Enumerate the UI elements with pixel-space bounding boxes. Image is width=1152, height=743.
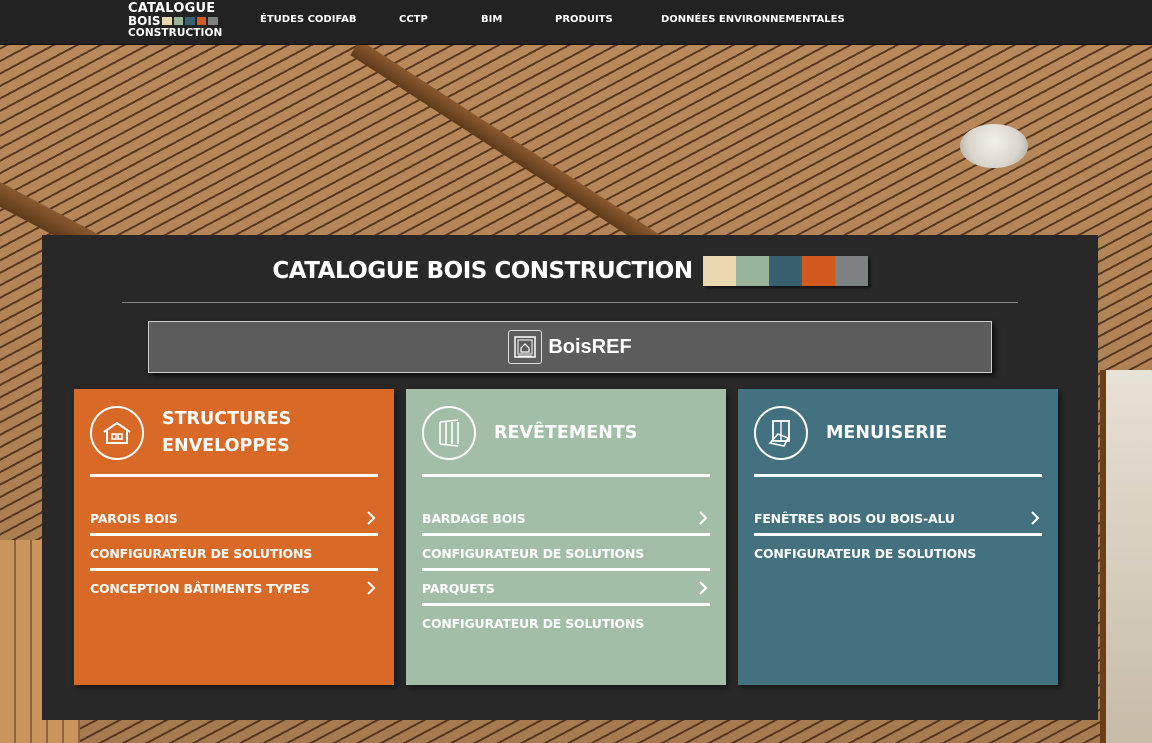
menu-item-bardage-bois[interactable]: BARDAGE BOIS (422, 511, 710, 536)
top-navigation-bar: CATALOGUE BOIS CONSTRUCTION ÉTUDES CODIF… (0, 0, 1152, 45)
window-frame (1100, 370, 1152, 743)
swatch-beige (702, 256, 736, 286)
card-menu: BARDAGE BOIS CONFIGURATEUR DE SOLUTIONS … (422, 511, 710, 641)
card-title-line1: STRUCTURES (162, 409, 292, 429)
nav-produits[interactable]: PRODUITS (555, 14, 613, 25)
divider (122, 302, 1018, 303)
logo-swatch (185, 17, 195, 25)
menu-item-label: CONFIGURATEUR DE SOLUTIONS (422, 616, 645, 631)
menu-item-configurateur[interactable]: CONFIGURATEUR DE SOLUTIONS (422, 606, 710, 641)
window-icon (754, 406, 808, 460)
card-menuiserie: MENUISERIE FENÊTRES BOIS OU BOIS-ALU CON… (738, 389, 1058, 685)
card-title-line2: ENVELOPPES (162, 436, 290, 456)
menu-item-parois-bois[interactable]: PAROIS BOIS (90, 511, 378, 536)
card-menu: FENÊTRES BOIS OU BOIS-ALU CONFIGURATEUR … (754, 511, 1042, 571)
menu-item-configurateur[interactable]: CONFIGURATEUR DE SOLUTIONS (754, 536, 1042, 571)
swatch-sage (735, 256, 769, 286)
card-title-line1: MENUISERIE (826, 422, 948, 443)
card-structures-enveloppes: STRUCTURES ENVELOPPES PAROIS BOIS CONFIG… (74, 389, 394, 685)
site-logo[interactable]: CATALOGUE BOIS CONSTRUCTION (128, 2, 223, 43)
menu-item-parquets[interactable]: PARQUETS (422, 571, 710, 606)
logo-swatch (196, 17, 207, 25)
card-header[interactable]: STRUCTURES ENVELOPPES (90, 389, 378, 477)
menu-item-configurateur[interactable]: CONFIGURATEUR DE SOLUTIONS (90, 536, 378, 571)
card-divider (422, 474, 710, 477)
nav-donnees-environnementales[interactable]: DONNÉES ENVIRONNEMENTALES (661, 14, 845, 25)
house-icon (90, 406, 144, 460)
card-title: MENUISERIE (826, 420, 947, 447)
card-header[interactable]: MENUISERIE (754, 389, 1042, 477)
swatch-grey (834, 256, 868, 286)
chevron-right-icon (367, 581, 376, 595)
card-title: STRUCTURES ENVELOPPES (162, 406, 291, 460)
menu-item-configurateur[interactable]: CONFIGURATEUR DE SOLUTIONS (422, 536, 710, 571)
ceiling-lamp (960, 124, 1028, 168)
card-header[interactable]: REVÊTEMENTS (422, 389, 710, 477)
panel-title-row: CATALOGUE BOIS CONSTRUCTION (42, 255, 1098, 287)
card-menu: PAROIS BOIS CONFIGURATEUR DE SOLUTIONS C… (90, 511, 378, 606)
menu-item-label: PAROIS BOIS (90, 511, 178, 526)
color-swatches (702, 256, 868, 286)
menu-item-label: CONCEPTION BÂTIMENTS TYPES (90, 581, 310, 596)
menu-item-fenetres[interactable]: FENÊTRES BOIS OU BOIS-ALU (754, 511, 1042, 536)
logo-line2-row: BOIS (128, 15, 218, 27)
menu-item-label: FENÊTRES BOIS OU BOIS-ALU (754, 511, 955, 526)
menu-item-label: CONFIGURATEUR DE SOLUTIONS (90, 546, 313, 561)
card-revetements: REVÊTEMENTS BARDAGE BOIS CONFIGURATEUR D… (406, 389, 726, 685)
panel-title: CATALOGUE BOIS CONSTRUCTION (272, 258, 693, 284)
card-divider (90, 474, 378, 477)
nav-cctp[interactable]: CCTP (399, 14, 428, 25)
chevron-right-icon (1031, 511, 1040, 525)
logo-line2: BOIS (128, 14, 161, 28)
card-title: REVÊTEMENTS (494, 420, 637, 447)
card-divider (754, 474, 1042, 477)
cladding-icon (422, 406, 476, 460)
chevron-right-icon (699, 511, 708, 525)
chevron-right-icon (367, 511, 376, 525)
menu-item-conception-batiments[interactable]: CONCEPTION BÂTIMENTS TYPES (90, 571, 378, 606)
nav-bim[interactable]: BIM (481, 14, 502, 25)
catalogue-panel: CATALOGUE BOIS CONSTRUCTION BoisREF STRU… (42, 235, 1098, 720)
logo-swatch (162, 17, 172, 25)
logo-swatch (208, 17, 218, 25)
nav-etudes-codifab[interactable]: ÉTUDES CODIFAB (260, 14, 357, 25)
menu-item-label: PARQUETS (422, 581, 495, 596)
boisref-label: BoisREF (548, 335, 632, 358)
logo-line3: CONSTRUCTION (128, 27, 223, 39)
menu-item-label: CONFIGURATEUR DE SOLUTIONS (422, 546, 645, 561)
card-title-line1: REVÊTEMENTS (494, 422, 638, 443)
logo-swatch (173, 17, 184, 25)
chevron-right-icon (699, 581, 708, 595)
menu-item-label: BARDAGE BOIS (422, 511, 526, 526)
menu-item-label: CONFIGURATEUR DE SOLUTIONS (754, 546, 977, 561)
boisref-book-icon (508, 330, 543, 364)
swatch-orange (801, 256, 835, 286)
swatch-teal (768, 256, 802, 286)
boisref-button[interactable]: BoisREF (148, 321, 992, 373)
